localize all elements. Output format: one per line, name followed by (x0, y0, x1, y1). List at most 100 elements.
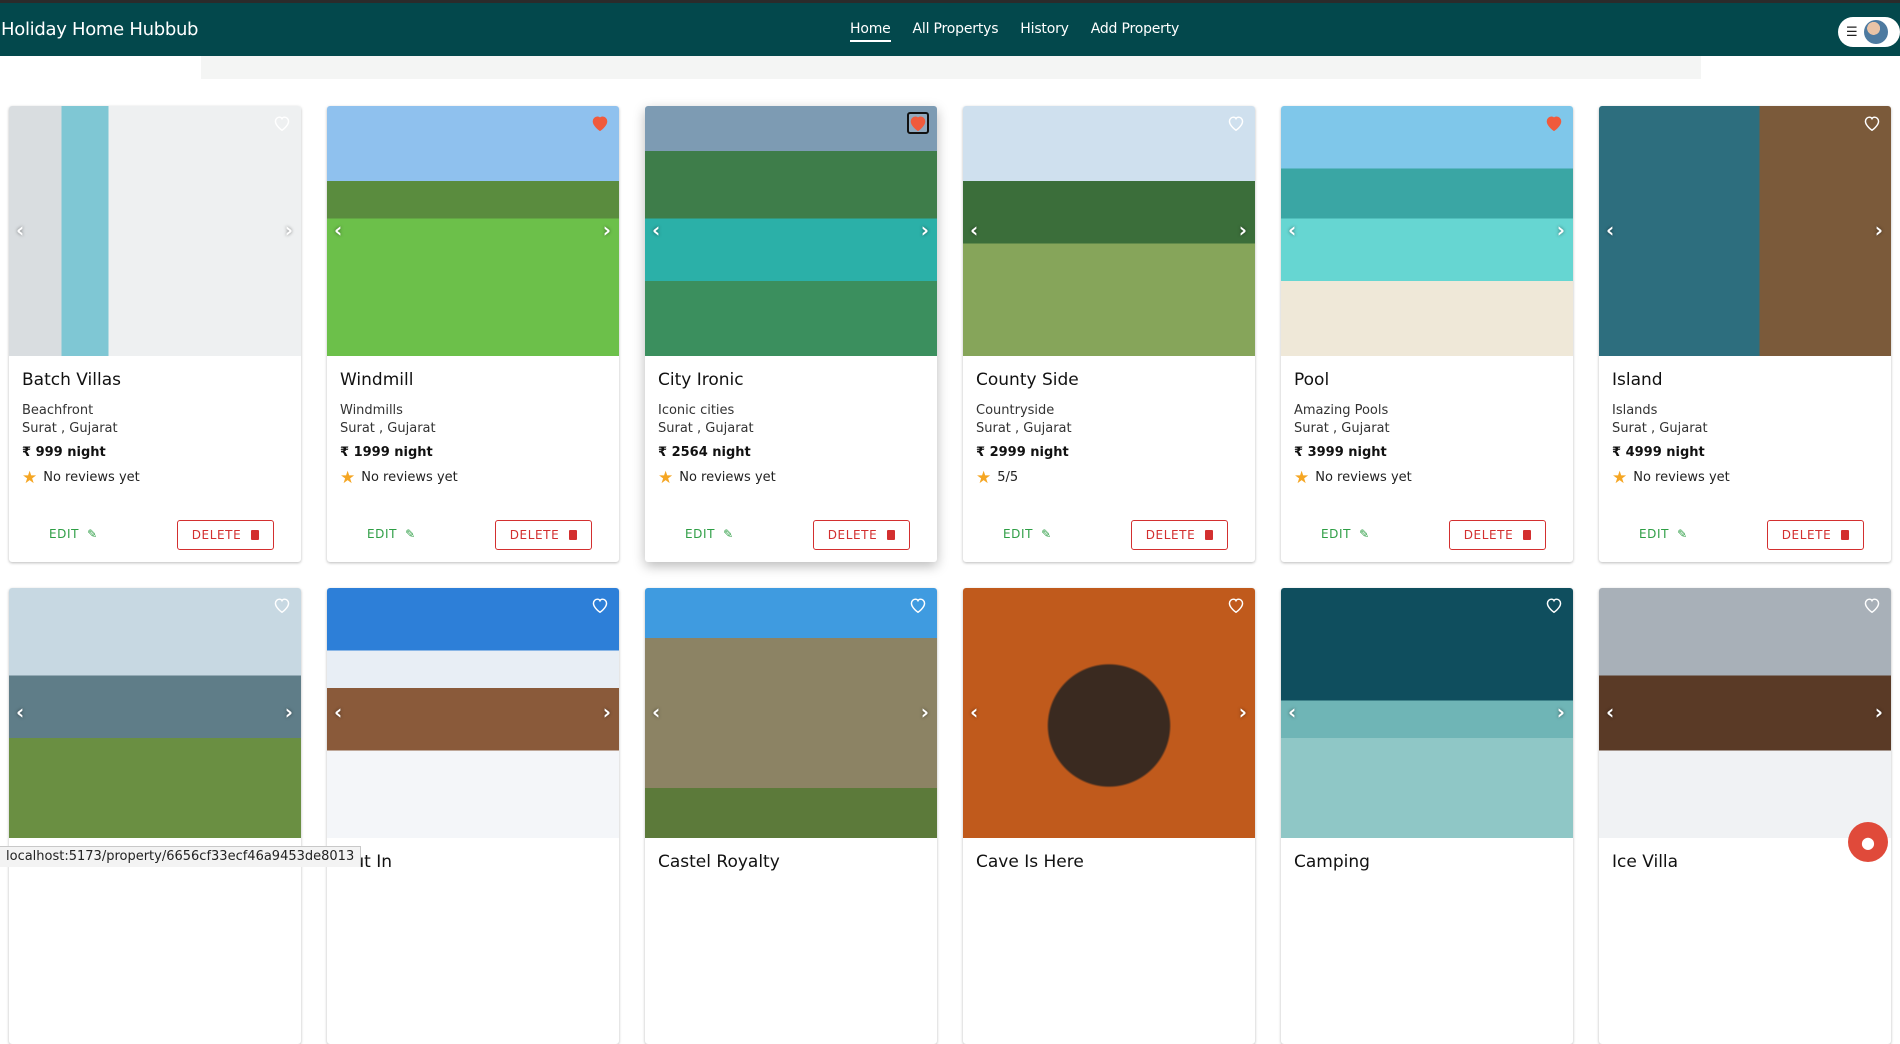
property-card[interactable]: ‹ › Pool Amazing Pools Surat , Gujarat ₹ 3999… (1281, 106, 1573, 562)
property-rating: ★ 5/5 (976, 467, 1245, 488)
property-card[interactable]: ‹ › Out In (327, 588, 619, 1044)
property-photo[interactable] (9, 106, 301, 356)
pencil-icon: ✎ (87, 527, 98, 541)
edit-button[interactable]: EDIT ✎ (685, 527, 734, 541)
chevron-left-icon[interactable]: ‹ (1606, 218, 1614, 242)
favorite-heart-icon[interactable] (1543, 112, 1565, 134)
nav-home[interactable]: Home (850, 21, 891, 42)
favorite-heart-icon[interactable] (271, 112, 293, 134)
star-icon: ★ (22, 467, 38, 488)
edit-button[interactable]: EDIT ✎ (1003, 527, 1052, 541)
nav-history[interactable]: History (1020, 21, 1069, 42)
chevron-left-icon[interactable]: ‹ (334, 218, 342, 242)
property-photo[interactable] (963, 106, 1255, 356)
nav-all-propertys[interactable]: All Propertys (913, 21, 999, 42)
property-card[interactable]: ‹ › (9, 588, 301, 1044)
property-photo[interactable] (9, 588, 301, 838)
chevron-right-icon[interactable]: › (921, 700, 929, 724)
chevron-left-icon[interactable]: ‹ (970, 218, 978, 242)
chevron-right-icon[interactable]: › (285, 700, 293, 724)
favorite-heart-icon[interactable] (1543, 594, 1565, 616)
chevron-right-icon[interactable]: › (1239, 700, 1247, 724)
property-card[interactable]: ‹ › Windmill Windmills Surat , Gujarat ₹ 1999… (327, 106, 619, 562)
chevron-right-icon[interactable]: › (285, 218, 293, 242)
chevron-left-icon[interactable]: ‹ (16, 700, 24, 724)
favorite-heart-icon[interactable] (1861, 594, 1883, 616)
edit-button[interactable]: EDIT ✎ (1639, 527, 1688, 541)
delete-label: DELETE (827, 528, 878, 542)
chevron-left-icon[interactable]: ‹ (334, 700, 342, 724)
edit-button[interactable]: EDIT ✎ (1321, 527, 1370, 541)
property-card[interactable]: ‹ › City Ironic Iconic cities Surat , Gujara… (645, 106, 937, 562)
status-bar-url: localhost:5173/property/6656cf33ecf46a94… (0, 846, 362, 867)
property-card[interactable]: ‹ › Cave Is Here (963, 588, 1255, 1044)
chevron-right-icon[interactable]: › (1239, 218, 1247, 242)
star-icon: ★ (976, 467, 992, 488)
delete-button[interactable]: DELETE (177, 520, 274, 550)
favorite-heart-icon[interactable] (1225, 594, 1247, 616)
chevron-left-icon[interactable]: ‹ (1606, 700, 1614, 724)
property-card[interactable]: ‹ › County Side Countryside Surat , Gujarat ₹… (963, 106, 1255, 562)
property-photo[interactable] (1599, 588, 1891, 838)
property-title: County Side (976, 370, 1079, 390)
property-photo[interactable] (327, 588, 619, 838)
favorite-heart-icon[interactable] (907, 594, 929, 616)
chevron-right-icon[interactable]: › (1557, 218, 1565, 242)
property-category: Islands (1612, 403, 1658, 418)
property-card[interactable]: ‹ › Camping (1281, 588, 1573, 1044)
property-photo[interactable] (645, 106, 937, 356)
delete-button[interactable]: DELETE (1449, 520, 1546, 550)
chatbot-button[interactable]: ● (1848, 822, 1888, 862)
property-photo[interactable] (1281, 106, 1573, 356)
delete-label: DELETE (509, 528, 560, 542)
edit-button[interactable]: EDIT ✎ (49, 527, 98, 541)
delete-button[interactable]: DELETE (1767, 520, 1864, 550)
favorite-heart-icon[interactable] (589, 594, 611, 616)
property-title: Island (1612, 370, 1663, 390)
favorite-heart-icon[interactable] (1861, 112, 1883, 134)
property-photo[interactable] (1599, 106, 1891, 356)
chevron-right-icon[interactable]: › (1557, 700, 1565, 724)
nav-add-property[interactable]: Add Property (1091, 21, 1180, 42)
property-location: Surat , Gujarat (1612, 421, 1708, 436)
property-price: ₹ 4999 night (1612, 445, 1705, 460)
app-title[interactable]: Holiday Home Hubbub (1, 19, 198, 40)
property-photo[interactable] (1281, 588, 1573, 838)
card-actions: EDIT ✎ DELETE (1281, 520, 1573, 550)
edit-label: EDIT (685, 527, 716, 541)
delete-label: DELETE (191, 528, 242, 542)
property-card[interactable]: ‹ › Batch Villas Beachfront Surat , Gujarat ₹… (9, 106, 301, 562)
chevron-right-icon[interactable]: › (1875, 700, 1883, 724)
trash-icon (1841, 530, 1850, 540)
delete-button[interactable]: DELETE (495, 520, 592, 550)
chevron-right-icon[interactable]: › (1875, 218, 1883, 242)
chevron-left-icon[interactable]: ‹ (1288, 218, 1296, 242)
chevron-left-icon[interactable]: ‹ (652, 700, 660, 724)
favorite-heart-icon[interactable] (589, 112, 611, 134)
chevron-left-icon[interactable]: ‹ (652, 218, 660, 242)
property-card[interactable]: ‹ › Ice Villa (1599, 588, 1891, 1044)
edit-button[interactable]: EDIT ✎ (367, 527, 416, 541)
property-card[interactable]: ‹ › Castel Royalty (645, 588, 937, 1044)
chevron-left-icon[interactable]: ‹ (970, 700, 978, 724)
delete-button[interactable]: DELETE (1131, 520, 1228, 550)
property-rating: ★ No reviews yet (22, 467, 291, 488)
favorite-heart-icon[interactable] (907, 112, 929, 134)
favorite-heart-icon[interactable] (271, 594, 293, 616)
property-title: Castel Royalty (658, 852, 780, 872)
chevron-right-icon[interactable]: › (603, 218, 611, 242)
favorite-heart-icon[interactable] (1225, 112, 1247, 134)
property-photo[interactable] (645, 588, 937, 838)
property-info: Camping (1294, 844, 1563, 878)
chevron-right-icon[interactable]: › (921, 218, 929, 242)
rating-text: 5/5 (997, 470, 1019, 485)
property-photo[interactable] (327, 106, 619, 356)
delete-button[interactable]: DELETE (813, 520, 910, 550)
property-card[interactable]: ‹ › Island Islands Surat , Gujarat ₹ 4999 nig… (1599, 106, 1891, 562)
chevron-left-icon[interactable]: ‹ (16, 218, 24, 242)
user-menu-button[interactable]: ☰ (1838, 17, 1900, 47)
chevron-left-icon[interactable]: ‹ (1288, 700, 1296, 724)
chevron-right-icon[interactable]: › (603, 700, 611, 724)
star-icon: ★ (1294, 467, 1310, 488)
property-photo[interactable] (963, 588, 1255, 838)
